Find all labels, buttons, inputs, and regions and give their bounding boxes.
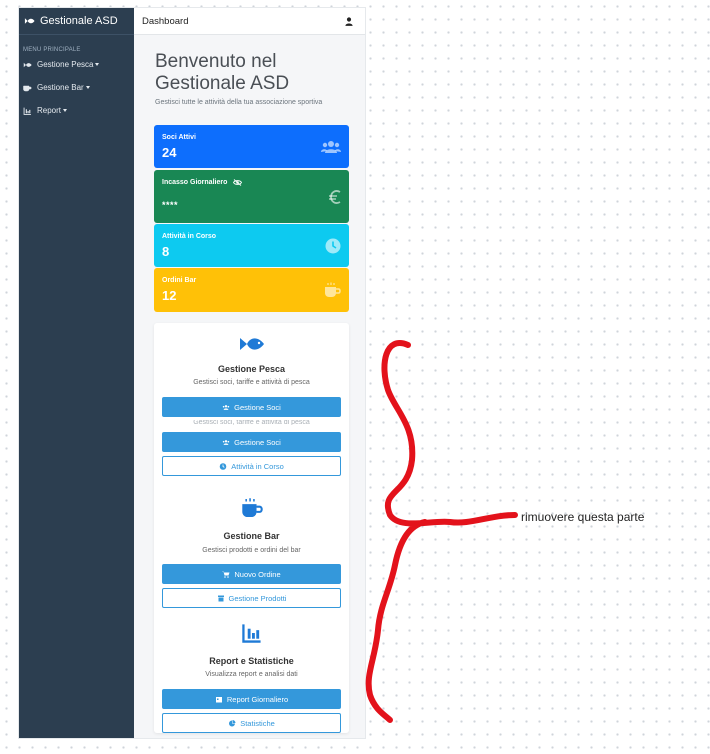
users-icon — [321, 140, 341, 153]
stat-value: **** — [162, 200, 179, 210]
menu-title: MENU PRINCIPALE — [23, 47, 81, 53]
sidebar-item-gestione-pesca[interactable]: Gestione Pesca — [19, 53, 134, 76]
welcome-subtitle: Gestisci tutte le attività della tua ass… — [155, 99, 323, 106]
statistiche-button[interactable]: Statistiche — [162, 713, 341, 733]
fish-icon — [24, 18, 35, 24]
clock-icon — [325, 238, 341, 253]
annotation-note: rimuovere questa parte — [521, 510, 645, 524]
stat-label: Soci Attivi — [162, 134, 196, 141]
stat-label: Ordini Bar — [162, 277, 197, 284]
brand[interactable]: Gestionale ASD — [19, 8, 134, 35]
euro-icon — [329, 189, 341, 204]
box-icon — [217, 595, 224, 601]
button-label: Gestione Soci — [234, 402, 281, 412]
stat-label: Incasso Giornaliero — [162, 179, 228, 186]
app-window: Gestionale ASD MENU PRINCIPALE Gestione … — [19, 8, 365, 738]
coffee-icon — [23, 85, 32, 91]
nuovo-ordine-button[interactable]: Nuovo Ordine — [162, 564, 341, 584]
button-label: Attività in Corso — [231, 461, 284, 471]
section-desc-pesca: Gestisci soci, tariffe e attività di pes… — [193, 379, 310, 386]
sidebar-item-label: Report — [37, 106, 62, 115]
stat-value: 24 — [162, 145, 177, 160]
button-label: Gestione Prodotti — [228, 593, 287, 603]
gestione-soci-button[interactable]: Gestione Soci — [162, 397, 341, 417]
stat-card-attivita-in-corso: Attività in Corso 8 — [154, 224, 349, 267]
chart-icon — [23, 107, 31, 115]
sidebar: Gestionale ASD MENU PRINCIPALE Gestione … — [19, 8, 134, 738]
stat-value: 12 — [162, 288, 177, 303]
stat-value: 8 — [162, 244, 170, 259]
calendar-icon — [215, 696, 222, 702]
eye-slash-icon[interactable] — [233, 179, 243, 186]
attivita-in-corso-button[interactable]: Attività in Corso — [162, 456, 341, 476]
users-icon — [222, 439, 230, 445]
brand-title: Gestionale ASD — [40, 15, 118, 27]
cart-icon — [222, 571, 230, 578]
pie-chart-icon — [229, 719, 236, 726]
report-giornaliero-button[interactable]: Report Giornaliero — [162, 689, 341, 709]
section-title-pesca: Gestione Pesca — [217, 364, 286, 374]
welcome-title: Benvenuto nel Gestionale ASD — [155, 51, 290, 94]
section-title-bar: Gestione Bar — [223, 531, 280, 541]
main-content: Dashboard Benvenuto nel Gestionale ASD G… — [134, 8, 365, 738]
user-icon — [345, 16, 353, 26]
chart-icon — [241, 624, 261, 643]
stat-label-row: Incasso Giornaliero — [162, 179, 341, 186]
sidebar-item-report[interactable]: Report — [19, 99, 134, 122]
users-icon — [222, 404, 230, 410]
gestione-soci-button-duplicate[interactable]: Gestione Soci — [162, 432, 341, 452]
annotation-brace — [365, 340, 518, 723]
clock-icon — [219, 462, 227, 470]
sidebar-item-label: Gestione Bar — [37, 83, 84, 92]
page-title: Dashboard — [142, 15, 189, 27]
sidebar-item-gestione-bar[interactable]: Gestione Bar — [19, 76, 134, 99]
fish-icon — [239, 338, 264, 350]
caret-down-icon — [85, 86, 90, 89]
caret-down-icon — [63, 109, 68, 112]
welcome-block: Benvenuto nel Gestionale ASD Gestisci tu… — [134, 35, 365, 106]
user-menu-button[interactable] — [343, 15, 355, 27]
section-desc-bar: Gestisci prodotti e ordini del bar — [202, 547, 301, 554]
gestione-prodotti-button[interactable]: Gestione Prodotti — [162, 588, 341, 608]
coffee-icon — [325, 282, 341, 297]
quick-actions-panel: Gestione Pesca Gestisci soci, tariffe e … — [154, 323, 349, 733]
button-label: Nuovo Ordine — [234, 569, 281, 579]
topbar: Dashboard — [134, 8, 365, 35]
coffee-icon — [241, 498, 263, 518]
fish-icon — [23, 62, 32, 67]
stat-card-soci-attivi: Soci Attivi 24 — [154, 125, 349, 168]
stat-label: Attività in Corso — [162, 233, 217, 240]
button-label: Statistiche — [240, 718, 275, 728]
button-label: Gestione Soci — [234, 437, 281, 447]
caret-down-icon — [95, 63, 100, 66]
stat-card-incasso-giornaliero: Incasso Giornaliero **** — [154, 170, 349, 223]
section-desc-report: Visualizza report e analisi dati — [205, 671, 298, 678]
stat-card-ordini-bar: Ordini Bar 12 — [154, 268, 349, 312]
section-title-report: Report e Statistiche — [209, 656, 294, 666]
button-label: Report Giornaliero — [226, 694, 289, 704]
duplicate-desc-fragment: Gestisci soci, tariffe e attività di pes… — [193, 420, 310, 425]
sidebar-item-label: Gestione Pesca — [37, 60, 94, 69]
